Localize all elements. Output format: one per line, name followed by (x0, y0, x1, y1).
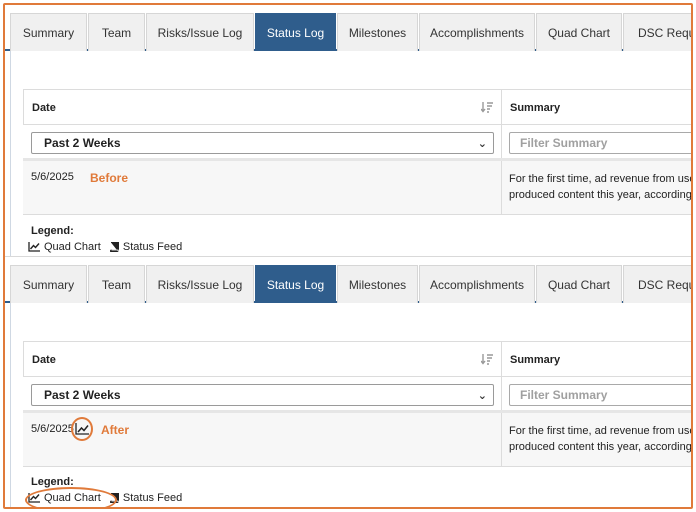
before-annotation: Before (90, 171, 129, 185)
table-header-row: Date Summary (23, 90, 691, 125)
row-summary: For the first time, ad revenue from user… (509, 423, 691, 455)
tab-milestones[interactable]: Milestones (337, 265, 418, 303)
legend-quad-chart[interactable]: Quad Chart (28, 241, 101, 253)
summary-header-label: Summary (510, 353, 561, 366)
date-column-header[interactable]: Date (23, 90, 501, 125)
tab-status-log[interactable]: Status Log (255, 265, 336, 303)
date-column-header[interactable]: Date (23, 342, 501, 377)
row-summary-line-1: For the first time, ad revenue from user (509, 173, 691, 185)
legend-items: Quad Chart Status Feed (28, 241, 190, 253)
tab-summary[interactable]: Summary (10, 13, 87, 51)
tab-team[interactable]: Team (88, 265, 145, 303)
summary-filter-input[interactable] (509, 132, 691, 154)
date-filter-value: Past 2 Weeks (44, 136, 121, 150)
row-summary-line-1: For the first time, ad revenue from user (509, 425, 691, 437)
row-summary: For the first time, ad revenue from user… (509, 171, 691, 203)
legend-status-feed-label: Status Feed (122, 492, 183, 504)
book-icon (109, 242, 119, 252)
row-summary-line-2: produced content this year, according t (509, 189, 691, 201)
before-panel: Summary Team Risks/Issue Log Status Log … (5, 5, 691, 257)
after-panel: Summary Team Risks/Issue Log Status Log … (5, 256, 691, 507)
column-divider (501, 125, 502, 158)
row-date: 5/6/2025 (31, 171, 74, 183)
row-date: 5/6/2025 (31, 423, 74, 435)
date-filter-select[interactable]: Past 2 Weeks ⌄ (31, 132, 494, 154)
tab-accomplishments[interactable]: Accomplishments (419, 13, 535, 51)
column-divider (501, 161, 502, 214)
screenshot-frame: Summary Team Risks/Issue Log Status Log … (3, 3, 693, 509)
line-chart-icon (28, 242, 40, 252)
date-filter-value: Past 2 Weeks (44, 388, 121, 402)
tab-milestones[interactable]: Milestones (337, 13, 418, 51)
table-row[interactable]: 5/6/2025 Before For the first time, ad r… (23, 161, 691, 215)
legend-status-feed[interactable]: Status Feed (109, 241, 182, 253)
legend-status-feed-label: Status Feed (122, 241, 183, 253)
legend-title: Legend: (31, 225, 74, 237)
status-log-table: Date Summary Past 2 Weeks ⌄ 5/6/2025 Bef… (23, 89, 691, 215)
after-annotation: After (101, 423, 130, 437)
summary-column-header[interactable]: Summary (501, 342, 691, 377)
tab-quad-chart[interactable]: Quad Chart (536, 265, 622, 303)
tab-accomplishments[interactable]: Accomplishments (419, 265, 535, 303)
tab-risks-issue-log[interactable]: Risks/Issue Log (146, 265, 254, 303)
highlight-ring (25, 487, 117, 507)
date-header-label: Date (32, 353, 56, 366)
date-filter-select[interactable]: Past 2 Weeks ⌄ (31, 384, 494, 406)
table-row[interactable]: 5/6/2025 After For the first time, ad re… (23, 413, 691, 467)
tab-summary[interactable]: Summary (10, 265, 87, 303)
column-divider (501, 377, 502, 410)
tab-dsc-requests[interactable]: DSC Requ (623, 265, 691, 303)
tab-quad-chart[interactable]: Quad Chart (536, 13, 622, 51)
tab-status-log[interactable]: Status Log (255, 13, 336, 51)
filter-row: Past 2 Weeks ⌄ (23, 377, 691, 413)
summary-filter-input[interactable] (509, 384, 691, 406)
filter-row: Past 2 Weeks ⌄ (23, 125, 691, 161)
chevron-down-icon: ⌄ (477, 390, 487, 402)
tab-bar: Summary Team Risks/Issue Log Status Log … (5, 257, 691, 303)
legend: Legend: Quad Chart Status Feed (28, 225, 182, 253)
chevron-down-icon: ⌄ (477, 138, 487, 150)
summary-header-label: Summary (510, 101, 561, 114)
table-header-row: Date Summary (23, 342, 691, 377)
tab-bar: Summary Team Risks/Issue Log Status Log … (5, 5, 691, 51)
summary-column-header[interactable]: Summary (501, 90, 691, 125)
tab-risks-issue-log[interactable]: Risks/Issue Log (146, 13, 254, 51)
legend-quad-chart-label: Quad Chart (44, 241, 101, 253)
highlight-ring (71, 417, 93, 441)
date-header-label: Date (32, 101, 56, 114)
sort-descending-icon[interactable] (481, 101, 493, 113)
legend-status-feed[interactable]: Status Feed (109, 492, 182, 504)
tab-team[interactable]: Team (88, 13, 145, 51)
legend: Legend: Quad Chart Status Feed (25, 476, 182, 507)
tab-dsc-requests[interactable]: DSC Requ (623, 13, 691, 51)
status-log-table: Date Summary Past 2 Weeks ⌄ 5/6/2025 (23, 341, 691, 467)
row-summary-line-2: produced content this year, according t (509, 441, 691, 453)
sort-descending-icon[interactable] (481, 353, 493, 365)
column-divider (501, 413, 502, 466)
